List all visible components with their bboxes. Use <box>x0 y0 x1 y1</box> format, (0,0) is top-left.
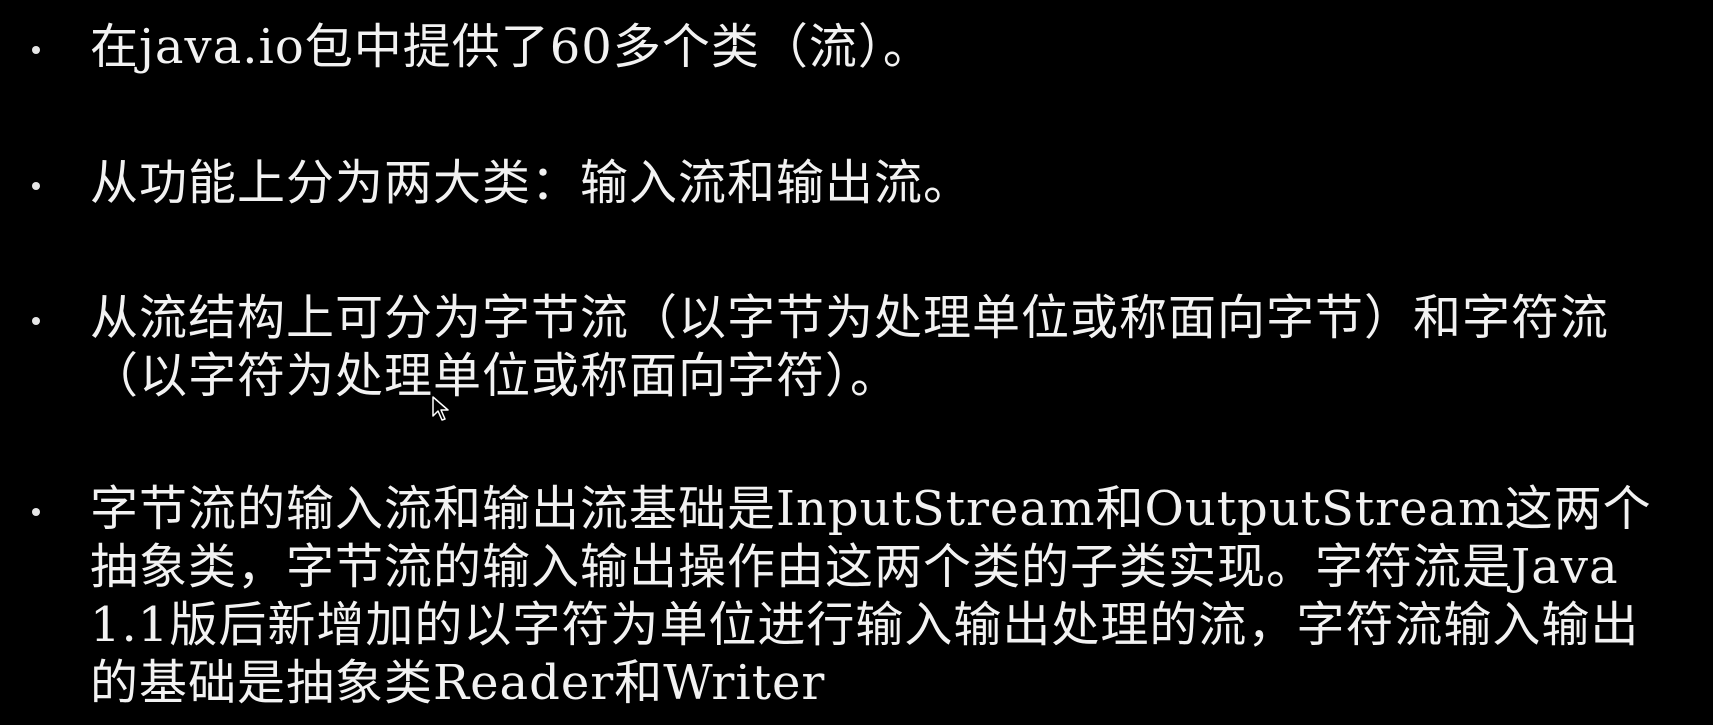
bullet-dot-icon <box>32 46 40 54</box>
mouse-cursor-icon <box>432 396 449 421</box>
slide: 在java.io包中提供了60多个类（流）。 从功能上分为两大类：输入流和输出流… <box>0 0 1713 725</box>
bullet-text: 从流结构上可分为字节流（以字节为处理单位或称面向字节）和字符流（以字符为处理单位… <box>90 290 1610 404</box>
bullet-dot-icon <box>32 317 40 325</box>
bullet-text: 从功能上分为两大类：输入流和输出流。 <box>90 155 973 211</box>
bullet-text: 在java.io包中提供了60多个类（流）。 <box>90 19 932 75</box>
bullet-dot-icon <box>32 508 40 516</box>
bullet-text: 字节流的输入流和输出流基础是InputStream和OutputStream这两… <box>90 481 1652 711</box>
bullet-dot-icon <box>32 182 40 190</box>
